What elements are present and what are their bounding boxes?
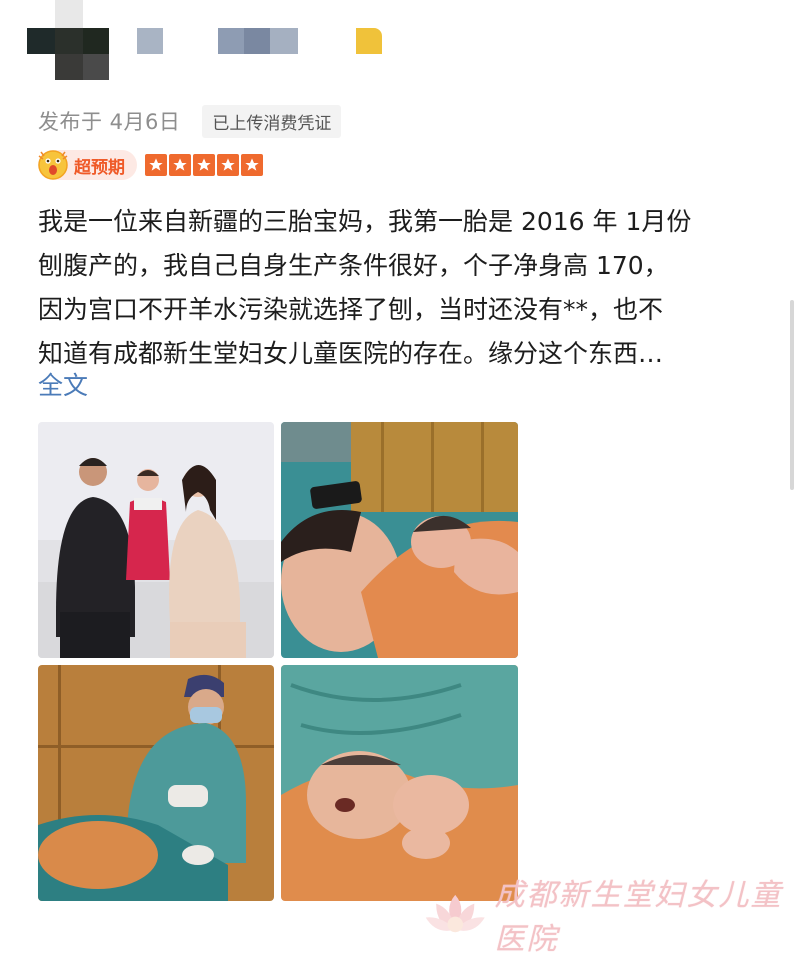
hospital-watermark: 成都新生堂妇女儿童医院 <box>424 870 800 958</box>
surprised-face-icon <box>38 150 68 180</box>
post-meta: 发布于 4月6日 已上传消费凭证 <box>38 104 342 138</box>
publish-date: 发布于 4月6日 <box>38 110 181 134</box>
star-icon <box>217 154 239 176</box>
review-photo-family[interactable] <box>38 422 274 658</box>
star-icon <box>193 154 215 176</box>
review-photo-doctor[interactable] <box>38 665 274 901</box>
review-line: 刨腹产的，我自己自身生产条件很好，个子净身高 170， <box>38 251 669 280</box>
expand-full-text-link[interactable]: 全文 <box>38 366 88 402</box>
badge-label: 超预期 <box>74 157 125 178</box>
review-text: 我是一位来自新疆的三胎宝妈，我第一胎是 2016 年 1月份 刨腹产的，我自己自… <box>38 200 764 376</box>
review-line: 我是一位来自新疆的三胎宝妈，我第一胎是 2016 年 1月份 <box>38 207 692 236</box>
star-rating <box>145 154 265 176</box>
review-photo-mother-newborn[interactable] <box>281 422 518 658</box>
star-icon <box>145 154 167 176</box>
exceeded-expectation-badge: 超预期 <box>38 150 137 180</box>
watermark-text: 成都新生堂妇女儿童医院 <box>494 878 783 957</box>
scrollbar[interactable] <box>790 300 794 490</box>
receipt-badge: 已上传消费凭证 <box>202 104 342 138</box>
lotus-logo-icon <box>425 894 485 933</box>
star-icon <box>241 154 263 176</box>
rating-row: 超预期 <box>38 148 265 182</box>
star-icon <box>169 154 191 176</box>
review-line: 因为宫口不开羊水污染就选择了刨，当时还没有**，也不 <box>38 295 664 324</box>
review-photo-crying-newborn[interactable] <box>281 665 518 901</box>
review-line: 知道有成都新生堂妇女儿童医院的存在。缘分这个东西… <box>38 339 664 368</box>
